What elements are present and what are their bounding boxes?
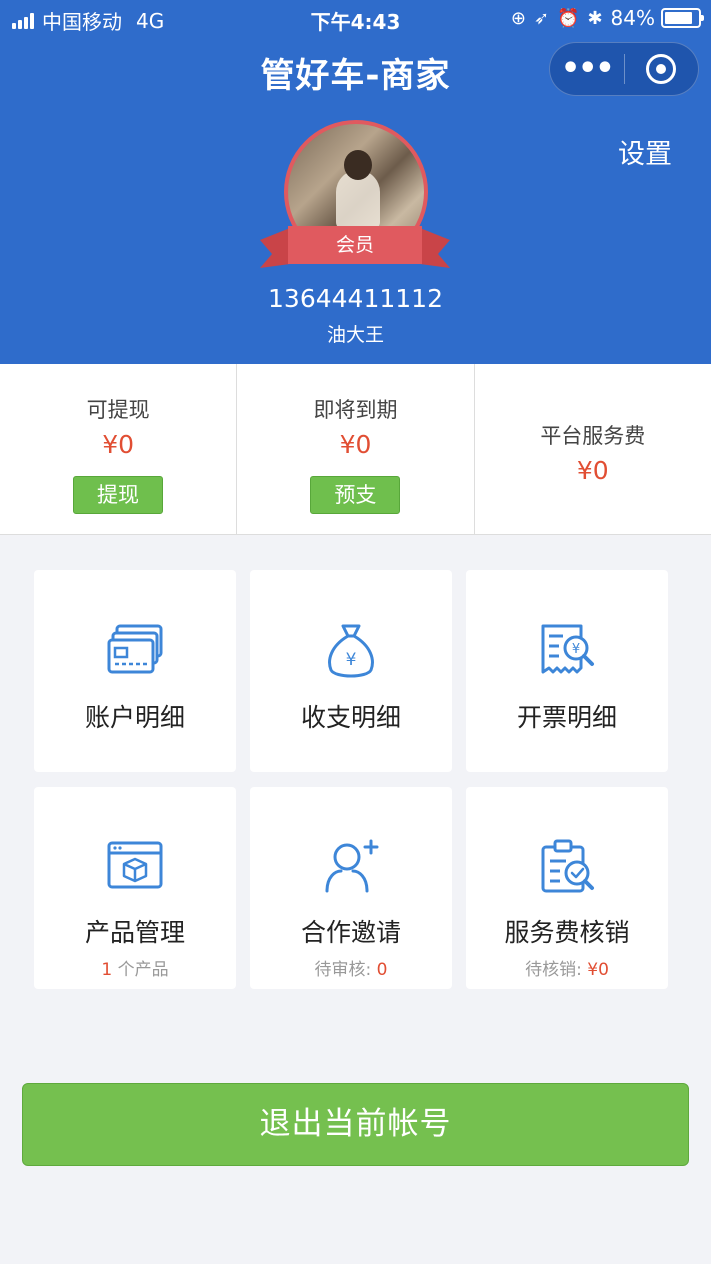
invoice-details-card[interactable]: ¥ 开票明细: [466, 570, 668, 772]
withdraw-button[interactable]: 提现: [73, 476, 163, 514]
status-bar: 中国移动 4G 下午4:43 ⊕ ➶ ⏰ ✱ 84%: [0, 0, 711, 36]
card-label: 合作邀请: [300, 918, 401, 947]
card-label: 账户明细: [84, 703, 185, 732]
product-management-card[interactable]: 产品管理 1 个产品: [34, 787, 236, 989]
more-icon[interactable]: •••: [550, 42, 624, 96]
invoice-search-icon: ¥: [541, 624, 594, 674]
writeoff-text: 待核销:: [525, 960, 588, 980]
card-label: 收支明细: [300, 703, 401, 732]
pending-value: 0: [376, 960, 388, 980]
miniprogram-capsule: •••: [549, 42, 699, 96]
cooperation-invite-card[interactable]: 合作邀请 待审核: 0: [250, 787, 452, 989]
svg-text:¥: ¥: [572, 642, 580, 657]
writeoff-value: ¥0: [587, 960, 609, 980]
pending-text: 待审核:: [314, 960, 377, 980]
pending-writeoff: 待核销: ¥0: [466, 955, 668, 980]
clipboard-check-icon: [541, 839, 594, 893]
income-expense-card[interactable]: ¥ 收支明细: [250, 570, 452, 772]
expiring-stat: 即将到期 ¥0 预支: [237, 364, 475, 534]
location-icon: ➶: [533, 7, 550, 29]
withdrawable-stat: 可提现 ¥0 提现: [0, 364, 238, 534]
add-user-icon: [325, 839, 379, 893]
card-label: 开票明细: [516, 703, 617, 732]
target-icon: [646, 54, 677, 84]
battery-percent: 84%: [610, 6, 655, 30]
battery-icon: [661, 8, 704, 28]
svg-text:¥: ¥: [346, 650, 357, 670]
count-value: 1: [101, 960, 113, 980]
money-bag-icon: ¥: [328, 624, 374, 678]
card-label: 服务费核销: [504, 918, 630, 947]
stat-label: 可提现: [86, 398, 150, 422]
count-text: 个产品: [112, 960, 169, 980]
stat-value: ¥0: [102, 430, 135, 459]
stat-label: 即将到期: [313, 398, 398, 422]
stat-label: 平台服务费: [540, 424, 646, 448]
card-label: 产品管理: [84, 918, 185, 947]
rotation-lock-icon: ⊕: [510, 7, 526, 29]
user-phone: 13644411112: [268, 284, 443, 313]
pending-review: 待审核: 0: [250, 955, 452, 980]
service-fee-card[interactable]: 服务费核销 待核销: ¥0: [466, 787, 668, 989]
stat-value: ¥0: [576, 456, 609, 485]
settings-link[interactable]: 设置: [618, 132, 672, 171]
logout-button[interactable]: 退出当前帐号: [22, 1083, 689, 1166]
close-miniprogram-button[interactable]: [625, 54, 699, 84]
advance-button[interactable]: 预支: [310, 476, 401, 514]
balance-summary: 可提现 ¥0 提现 即将到期 ¥0 预支 平台服务费 ¥0: [0, 364, 711, 535]
service-fee-stat: 平台服务费 ¥0: [475, 364, 711, 534]
user-nickname: 油大王: [326, 324, 384, 346]
profile-header: 中国移动 4G 下午4:43 ⊕ ➶ ⏰ ✱ 84% 管好车-商家 ••• 设置…: [0, 0, 711, 364]
account-details-card[interactable]: 账户明细: [34, 570, 236, 772]
bluetooth-icon: ✱: [587, 7, 603, 29]
card-icon: [107, 624, 163, 674]
member-badge: 会员: [335, 234, 374, 256]
stat-value: ¥0: [339, 430, 372, 459]
product-count: 1 个产品: [34, 955, 236, 980]
alarm-icon: ⏰: [557, 7, 580, 29]
product-box-icon: [107, 841, 163, 889]
